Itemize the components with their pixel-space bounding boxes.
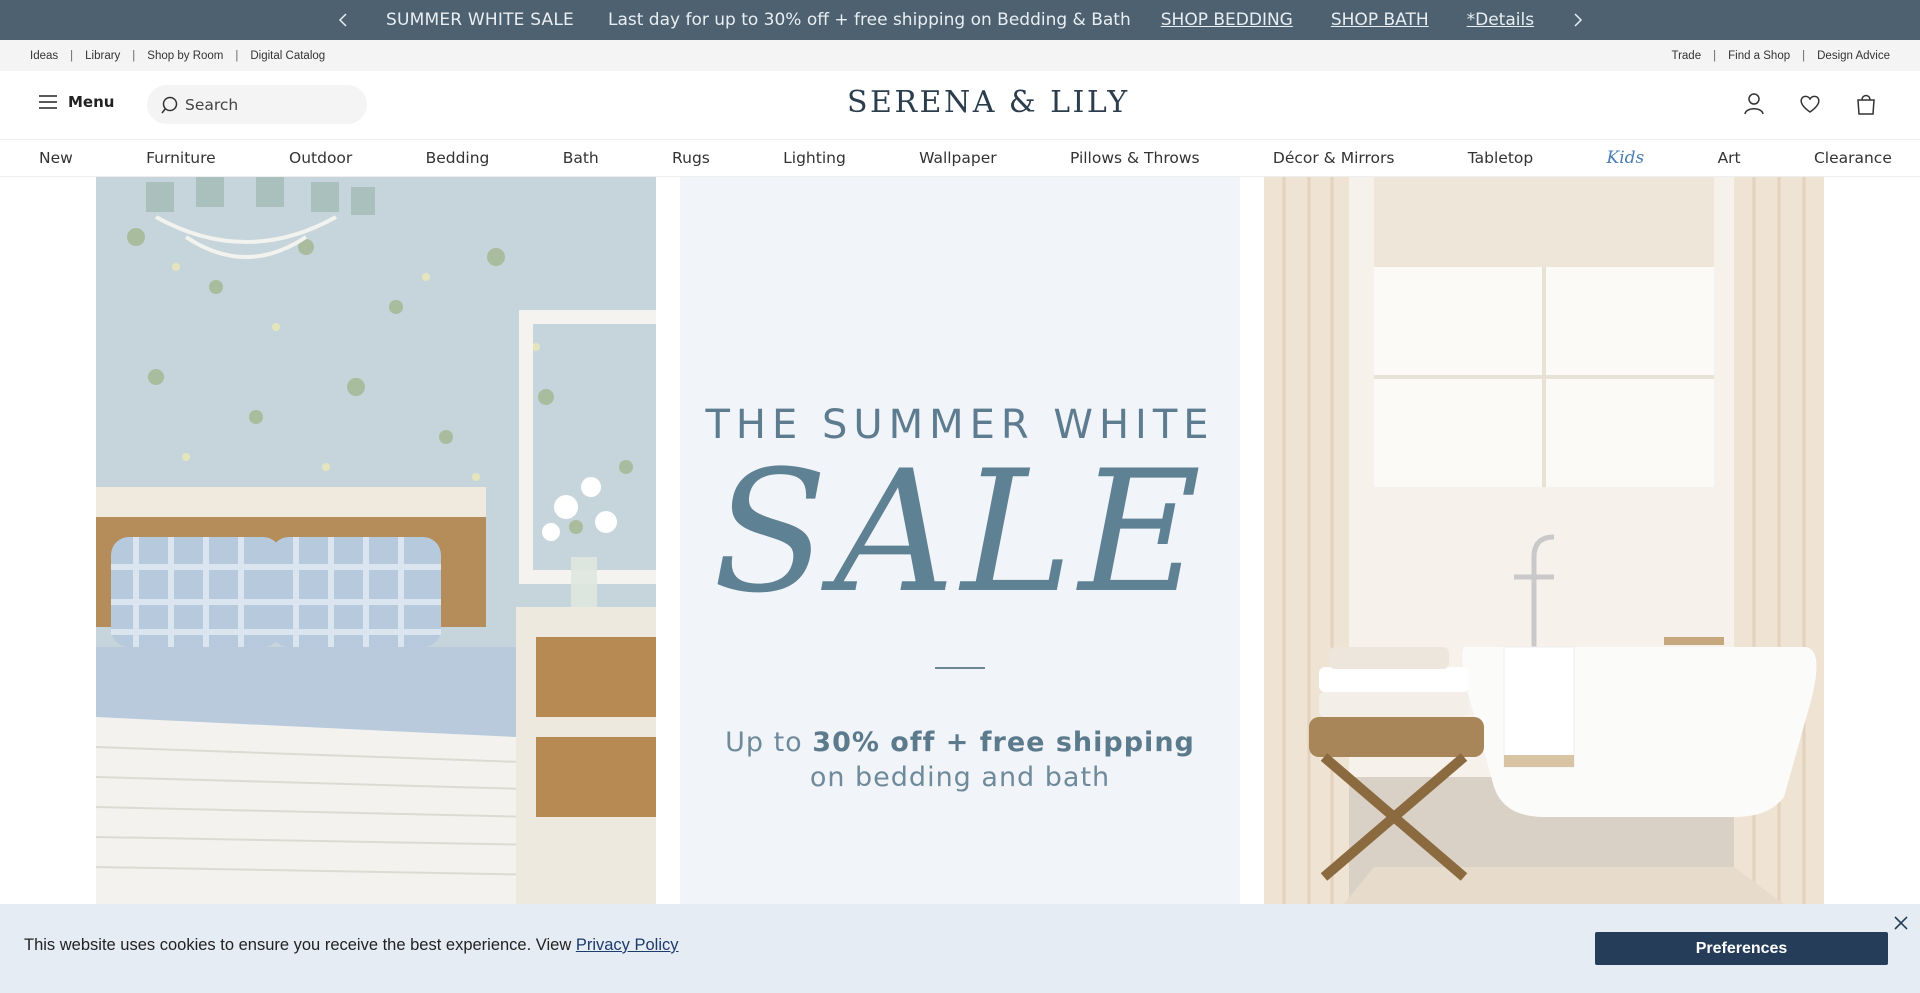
offer-highlight: 30% off + free shipping [812, 727, 1195, 758]
separator: | [132, 49, 136, 62]
nav-art[interactable]: Art [1718, 149, 1741, 167]
menu-button[interactable]: Menu [38, 93, 114, 111]
chevron-right-icon [1574, 13, 1583, 27]
nav-bath[interactable]: Bath [563, 149, 599, 167]
close-icon[interactable] [1892, 914, 1910, 932]
nav-decor-mirrors[interactable]: Décor & Mirrors [1273, 149, 1395, 167]
promo-title: SUMMER WHITE SALE [385, 10, 574, 30]
sale-panel[interactable]: THE SUMMER WHITE SALE Up to 30% off + fr… [680, 177, 1240, 904]
offer-prefix: Up to [725, 727, 813, 758]
hero-section: THE SUMMER WHITE SALE Up to 30% off + fr… [0, 177, 1920, 904]
site-header: Menu SERENA & LILY [0, 71, 1920, 139]
cookie-text: This website uses cookies to ensure you … [24, 936, 576, 954]
nav-tabletop[interactable]: Tabletop [1468, 149, 1533, 167]
shop-bath-link[interactable]: SHOP BATH [1331, 10, 1429, 30]
separator: | [235, 49, 239, 62]
bath-image[interactable] [1264, 177, 1824, 904]
separator: | [70, 49, 74, 62]
sale-offer-line2: on bedding and bath [809, 762, 1111, 793]
bedroom-image[interactable] [96, 177, 656, 904]
util-link-design-advice[interactable]: Design Advice [1817, 50, 1890, 62]
promo-banner: SUMMER WHITE SALE Last day for up to 30%… [0, 0, 1920, 40]
menu-label: Menu [68, 93, 115, 111]
nav-new[interactable]: New [39, 149, 73, 167]
sale-title: SALE [712, 434, 1208, 630]
util-link-shop-by-room[interactable]: Shop by Room [147, 50, 223, 62]
nav-outdoor[interactable]: Outdoor [289, 149, 352, 167]
shop-bedding-link[interactable]: SHOP BEDDING [1161, 10, 1293, 30]
nav-rugs[interactable]: Rugs [672, 149, 710, 167]
separator: | [1802, 49, 1806, 62]
search-icon [161, 96, 178, 113]
promo-next-arrow[interactable] [1563, 0, 1593, 40]
privacy-policy-link[interactable]: Privacy Policy [576, 936, 679, 954]
heart-icon[interactable] [1798, 91, 1822, 117]
nav-pillows-throws[interactable]: Pillows & Throws [1070, 149, 1200, 167]
details-link[interactable]: *Details [1467, 10, 1534, 30]
util-link-library[interactable]: Library [85, 50, 120, 62]
util-link-find-a-shop[interactable]: Find a Shop [1728, 50, 1790, 62]
account-icon[interactable] [1742, 91, 1766, 117]
preferences-button[interactable]: Preferences [1595, 932, 1888, 965]
separator: | [1713, 49, 1717, 62]
cookie-banner: This website uses cookies to ensure you … [0, 904, 1920, 993]
main-nav: New Furniture Outdoor Bedding Bath Rugs … [0, 139, 1920, 177]
search-box[interactable] [147, 85, 367, 124]
nav-clearance[interactable]: Clearance [1814, 149, 1892, 167]
promo-message: Last day for up to 30% off + free shippi… [607, 10, 1131, 30]
nav-lighting[interactable]: Lighting [783, 149, 846, 167]
nav-wallpaper[interactable]: Wallpaper [919, 149, 997, 167]
nav-furniture[interactable]: Furniture [146, 149, 216, 167]
hamburger-icon [39, 95, 57, 109]
promo-prev-arrow[interactable] [328, 0, 358, 40]
utility-bar: Ideas | Library | Shop by Room | Digital… [0, 40, 1920, 71]
sale-offer: Up to 30% off + free shipping [680, 727, 1240, 758]
divider [935, 667, 985, 669]
nav-kids[interactable]: Kids [1607, 148, 1645, 168]
util-link-digital-catalog[interactable]: Digital Catalog [250, 50, 325, 62]
cookie-message: This website uses cookies to ensure you … [24, 936, 679, 955]
util-link-ideas[interactable]: Ideas [30, 50, 58, 62]
util-link-trade[interactable]: Trade [1671, 50, 1701, 62]
search-input[interactable] [185, 95, 345, 114]
logo[interactable]: SERENA & LILY [847, 85, 1127, 121]
bag-icon[interactable] [1854, 91, 1878, 117]
chevron-left-icon [338, 13, 347, 27]
nav-bedding[interactable]: Bedding [426, 149, 490, 167]
